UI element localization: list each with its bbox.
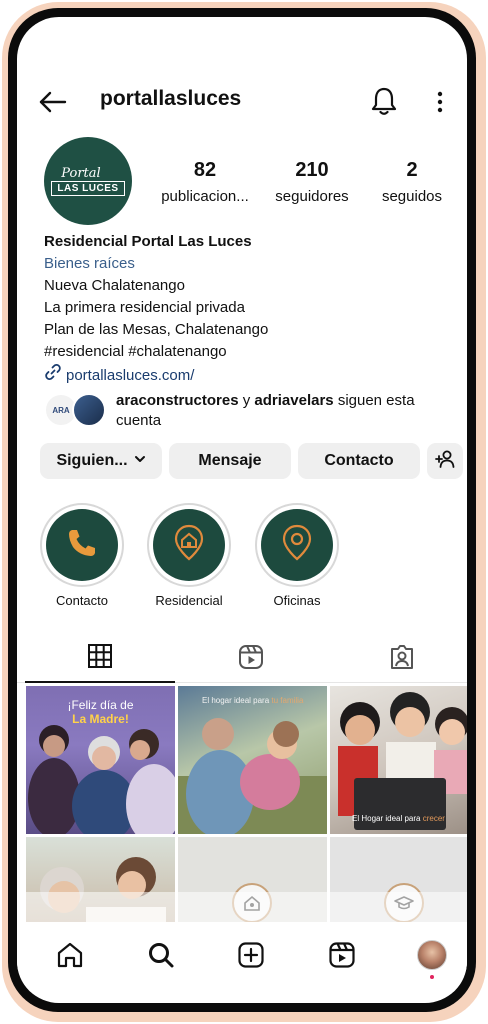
bio-name: Residencial Portal Las Luces — [44, 233, 252, 250]
post-caption: ¡Feliz día de La Madre! — [26, 698, 175, 726]
bio-line: Nueva Chalatenango — [44, 277, 185, 294]
post-image-kids-laptop — [338, 692, 467, 830]
profile-username: portallasluces — [100, 87, 242, 110]
bio-category[interactable]: Bienes raíces — [44, 253, 454, 275]
profile-tab[interactable] — [415, 938, 449, 979]
grid-icon — [87, 643, 113, 674]
highlight-ring — [147, 503, 231, 587]
highlight-ring — [40, 503, 124, 587]
tab-reels[interactable] — [176, 635, 326, 683]
post-caption-accent: tu familia — [271, 696, 304, 705]
stat-following[interactable]: 2 seguidos — [369, 159, 455, 205]
tagged-icon — [388, 643, 416, 676]
post-caption: El Hogar ideal para crecer — [352, 814, 445, 823]
phone-icon — [64, 525, 100, 566]
highlight-cover — [46, 509, 118, 581]
stat-followers[interactable]: 210 seguidores — [264, 159, 360, 205]
highlight-ring — [255, 503, 339, 587]
chevron-down-icon — [134, 452, 146, 470]
followers-label: seguidores — [275, 188, 349, 205]
post-thumbnail[interactable]: El hogar ideal para tu familia — [178, 686, 327, 834]
add-user-button[interactable] — [427, 443, 463, 479]
post-thumbnail[interactable]: ¡Feliz día de La Madre! — [26, 686, 175, 834]
following-button[interactable]: Siguien... — [40, 443, 162, 479]
post-caption-line: ¡Feliz día de — [67, 698, 134, 712]
post-caption-text: El hogar ideal para — [202, 696, 272, 705]
highlight-label: Residencial — [155, 593, 223, 608]
bio-hashtags[interactable]: #residencial #chalatenango — [44, 341, 454, 363]
add-user-icon — [434, 448, 456, 475]
highlight-label: Contacto — [55, 593, 109, 608]
follower-avatar-text: ARA — [52, 405, 70, 415]
posts-label: publicacion... — [161, 188, 249, 205]
bottom-nav — [17, 922, 467, 992]
profile-avatar[interactable]: Portal LAS LUCES — [44, 137, 132, 225]
highlight-oficinas[interactable]: Oficinas — [255, 503, 339, 608]
stat-posts[interactable]: 82 publicacion... — [157, 159, 253, 205]
contact-button[interactable]: Contacto — [298, 443, 420, 479]
notification-dot — [430, 975, 434, 979]
search-icon[interactable] — [144, 938, 178, 972]
followed-conjunction: y — [242, 392, 251, 409]
highlight-cover — [153, 509, 225, 581]
bio-line: Plan de las Mesas, Chalatenango — [44, 321, 269, 338]
posts-count: 82 — [193, 159, 217, 181]
highlight-residencial[interactable]: Residencial — [147, 503, 231, 608]
avatar-logo-script: Portal — [61, 165, 101, 181]
house-pin-icon — [171, 523, 207, 568]
post-caption-text: El Hogar ideal para — [352, 814, 423, 823]
following-button-label: Siguien... — [56, 452, 128, 469]
followed-user: araconstructores — [116, 392, 239, 409]
post-image-family — [178, 718, 327, 834]
posts-grid: ¡Feliz día de La Madre! El hogar ideal p… — [26, 686, 467, 985]
followed-user: adriavelars — [254, 392, 334, 409]
post-caption-highlight: La Madre! — [72, 712, 129, 726]
following-label: seguidos — [381, 188, 443, 205]
message-button[interactable]: Mensaje — [169, 443, 291, 479]
followed-by-text: araconstructores y adriavelars siguen es… — [116, 391, 446, 431]
profile-bio: Residencial Portal Las Luces Bienes raíc… — [44, 231, 454, 388]
highlight-cover — [261, 509, 333, 581]
profile-tabs — [17, 635, 467, 683]
highlight-label: Oficinas — [273, 593, 321, 608]
location-pin-icon — [279, 523, 315, 568]
post-thumbnail[interactable]: El Hogar ideal para crecer — [330, 686, 467, 834]
link-icon — [44, 363, 62, 388]
bio-line: La primera residencial privada — [44, 299, 245, 316]
following-count: 2 — [406, 159, 418, 181]
profile-header: portallasluces — [17, 81, 467, 121]
avatar-logo-box: LAS LUCES — [51, 180, 125, 196]
tab-grid[interactable] — [25, 635, 175, 683]
bell-icon[interactable] — [369, 85, 399, 117]
screen: portallasluces Portal LAS LUCES 82 publi… — [17, 17, 467, 1003]
reels-icon — [237, 643, 265, 676]
profile-avatar — [417, 940, 447, 970]
bio-link[interactable]: portallasluces.com/ — [44, 363, 454, 388]
phone-bezel: portallasluces Portal LAS LUCES 82 publi… — [8, 8, 476, 1012]
back-arrow-icon[interactable] — [35, 85, 69, 119]
followers-count: 210 — [295, 159, 329, 181]
post-caption: El hogar ideal para tu familia — [202, 696, 303, 705]
follower-avatar — [72, 393, 106, 427]
more-options-icon[interactable] — [430, 87, 450, 117]
followed-by[interactable]: ARA araconstructores y adriavelars sigue… — [44, 391, 454, 431]
create-icon[interactable] — [234, 938, 268, 972]
reels-icon[interactable] — [325, 938, 359, 972]
highlight-contacto[interactable]: Contacto — [40, 503, 124, 608]
bio-link-text: portallasluces.com/ — [66, 366, 195, 384]
tab-tagged[interactable] — [327, 635, 467, 683]
grid-fade-overlay — [26, 892, 467, 922]
post-caption-accent: crecer — [422, 814, 445, 823]
home-icon[interactable] — [53, 938, 87, 972]
